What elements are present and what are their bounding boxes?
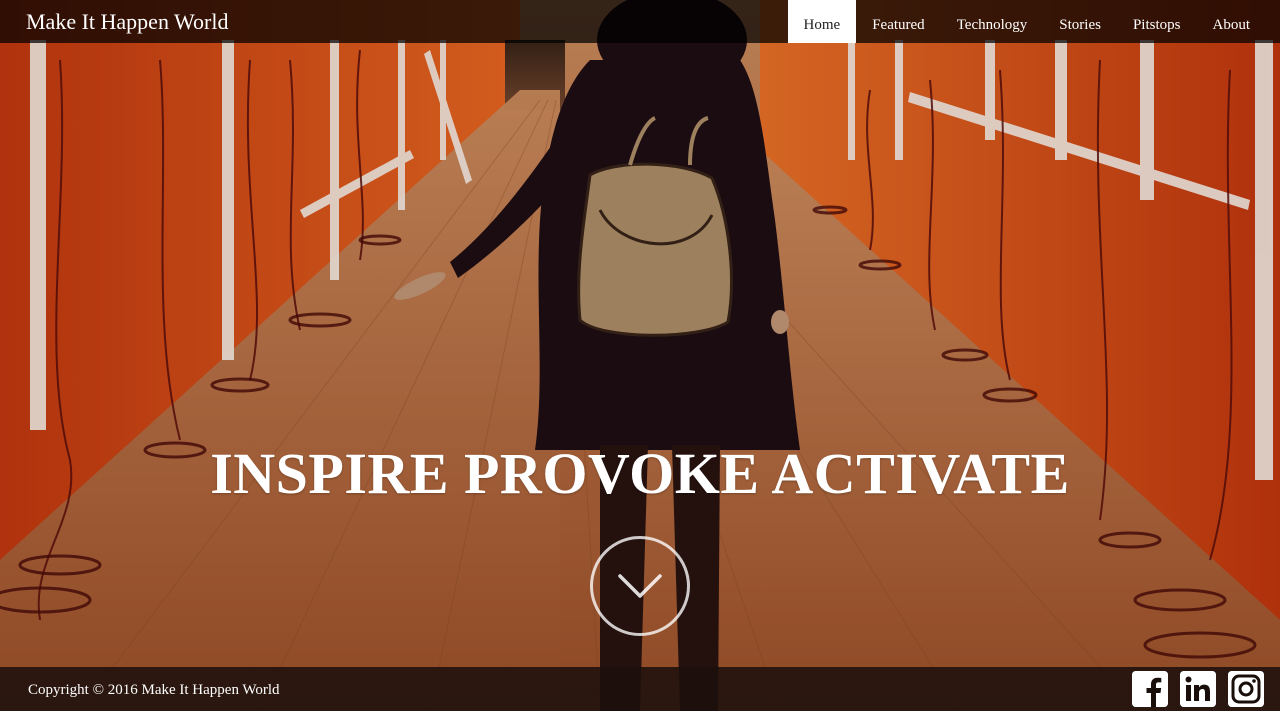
copyright-text: Copyright © 2016 Make It Happen World: [28, 681, 280, 698]
nav-link-stories[interactable]: Stories: [1043, 0, 1117, 43]
hero-section: Make It Happen World Home Featured Techn…: [0, 0, 1280, 711]
site-brand-link[interactable]: Make It Happen World: [0, 0, 229, 43]
chevron-down-icon: [618, 574, 662, 598]
nav-link-featured[interactable]: Featured: [856, 0, 940, 43]
nav-item: Home: [787, 0, 857, 43]
nav-item: Technology: [941, 0, 1044, 43]
nav-item: Featured: [856, 0, 940, 43]
linkedin-link[interactable]: [1180, 671, 1216, 707]
nav-link-technology[interactable]: Technology: [941, 0, 1044, 43]
main-nav: Home Featured Technology Stories Pitstop…: [787, 0, 1280, 43]
nav-item: About: [1197, 0, 1280, 43]
nav-link-home[interactable]: Home: [787, 0, 857, 43]
facebook-link[interactable]: [1132, 671, 1168, 707]
nav-link-pitstops[interactable]: Pitstops: [1117, 0, 1197, 43]
nav-item: Stories: [1043, 0, 1117, 43]
linkedin-icon: [1180, 671, 1216, 707]
instagram-icon: [1228, 671, 1264, 707]
social-links: [1132, 671, 1280, 707]
nav-link-about[interactable]: About: [1197, 0, 1280, 43]
instagram-link[interactable]: [1228, 671, 1264, 707]
facebook-icon: [1132, 671, 1168, 707]
scroll-down-button[interactable]: [590, 536, 690, 636]
site-footer: Copyright © 2016 Make It Happen World: [0, 667, 1280, 711]
nav-item: Pitstops: [1117, 0, 1197, 43]
top-navbar: Make It Happen World Home Featured Techn…: [0, 0, 1280, 43]
hero-headline: INSPIRE PROVOKE ACTIVATE: [210, 441, 1070, 506]
